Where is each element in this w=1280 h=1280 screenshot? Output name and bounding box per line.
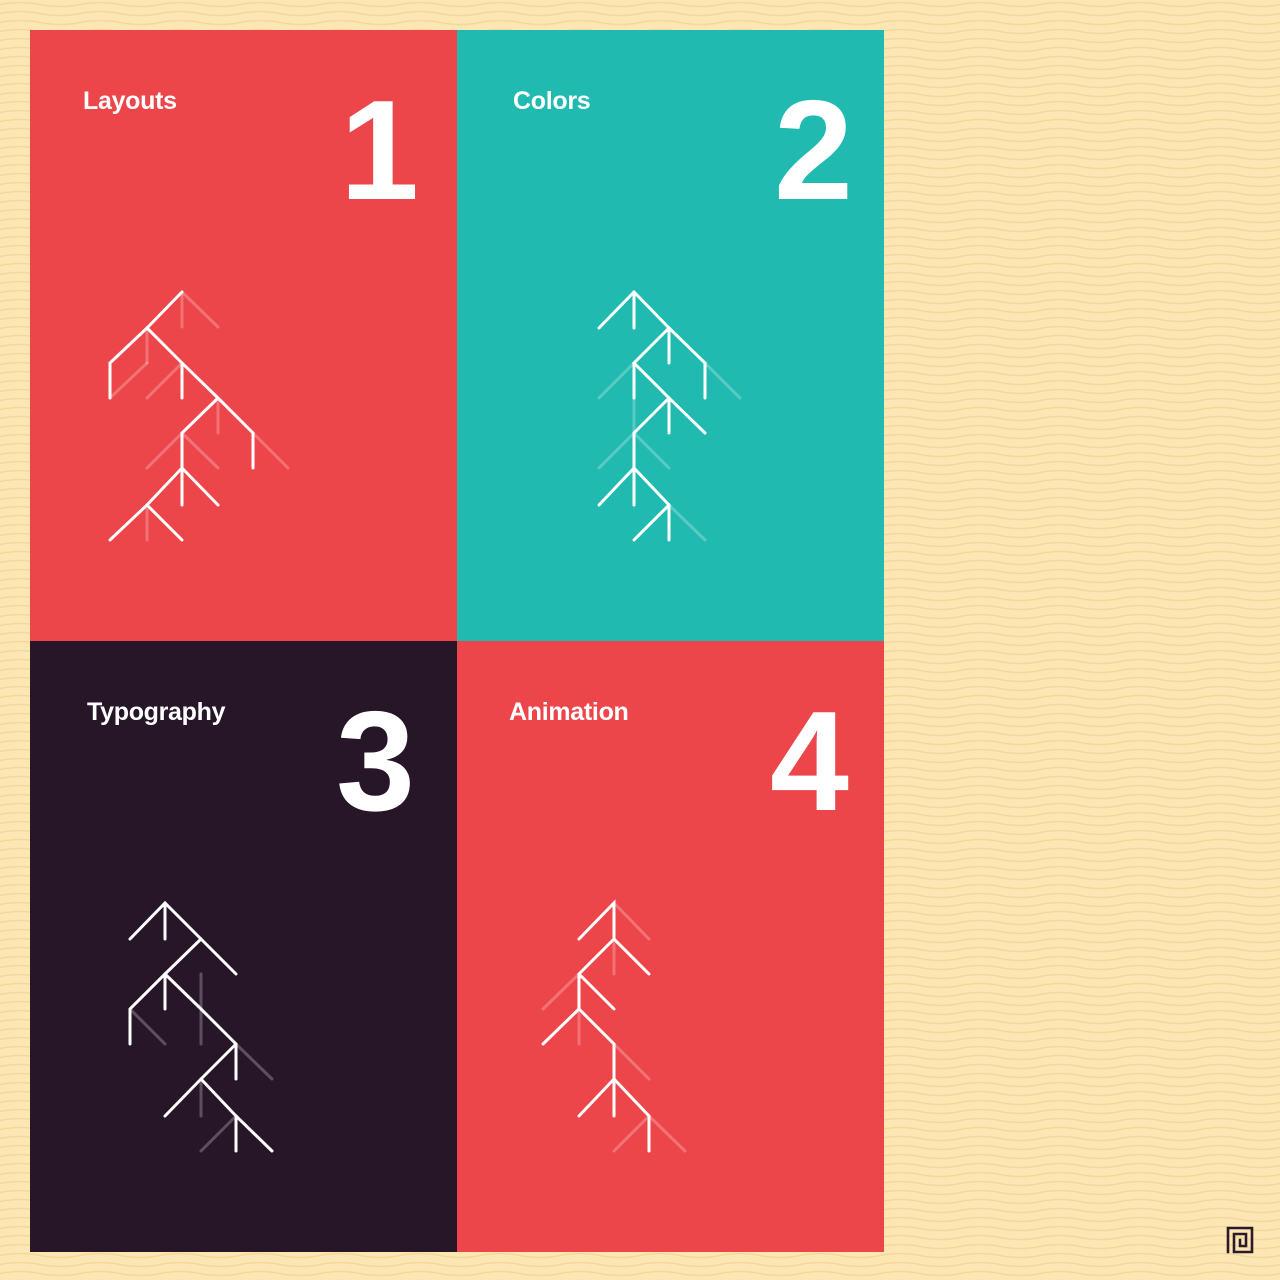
card-typography[interactable]: Typography 3: [30, 641, 457, 1252]
tree-branch-icon: [597, 289, 742, 542]
card-colors[interactable]: Colors 2: [457, 30, 884, 641]
tree-branch-icon: [108, 290, 290, 542]
card-layouts[interactable]: Layouts 1: [30, 30, 457, 641]
spiral-logo-icon: [1226, 1226, 1254, 1254]
tree-branch-icon: [541, 899, 687, 1153]
card-animation[interactable]: Animation 4: [457, 641, 884, 1252]
tree-branch-icon: [128, 900, 274, 1153]
card-grid: Layouts 1 Colors 2 Typography 3 Animatio…: [30, 30, 884, 1252]
